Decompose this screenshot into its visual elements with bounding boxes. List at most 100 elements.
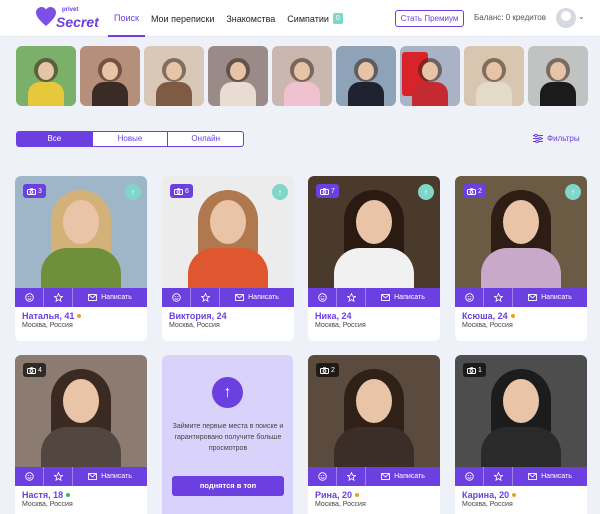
boost-arrow-icon[interactable]: ↑ (125, 184, 141, 200)
write-message-button[interactable]: Написать (513, 467, 587, 486)
smile-button[interactable] (455, 467, 484, 486)
smile-button[interactable] (308, 288, 337, 307)
star-icon (493, 472, 503, 481)
smile-button[interactable] (15, 467, 44, 486)
favorite-button[interactable] (191, 288, 220, 307)
premium-button[interactable]: Стать Премиум (395, 10, 464, 27)
write-message-button[interactable]: Написать (73, 467, 147, 486)
boost-arrow-icon[interactable]: ↑ (565, 184, 581, 200)
write-message-button[interactable]: Написать (366, 288, 440, 307)
profile-name[interactable]: Рина, 20 (315, 490, 437, 500)
photo-count: 1 (478, 366, 482, 374)
profile-card[interactable]: 6 ↑ Написать Виктория, 24 Москва, Россия (162, 176, 294, 341)
boost-arrow-icon[interactable]: ↑ (418, 184, 434, 200)
story-thumbnail[interactable] (208, 46, 268, 106)
profile-city: Москва, Россия (22, 501, 73, 508)
smile-button[interactable] (308, 467, 337, 486)
favorite-button[interactable] (44, 467, 73, 486)
boost-to-top-button[interactable]: поднятся в топ (172, 476, 284, 496)
star-icon (346, 293, 356, 302)
chevron-down-icon[interactable]: ⌄ (578, 12, 585, 21)
balance-text[interactable]: Баланс: 0 кредитов (474, 13, 546, 22)
nav-dating[interactable]: Знакомства (220, 0, 281, 37)
tab-new[interactable]: Новые (93, 132, 169, 146)
story-body (348, 82, 384, 106)
top-header: privet Secret Поиск Мои переписки Знаком… (0, 0, 600, 37)
profile-city: Москва, Россия (22, 322, 73, 329)
smile-icon (317, 293, 327, 302)
photo-count-badge[interactable]: 4 (23, 363, 46, 377)
card-actions: Написать (308, 288, 440, 307)
profile-info: Карина, 20 Москва, Россия (462, 490, 584, 508)
story-thumbnail[interactable] (144, 46, 204, 106)
smile-button[interactable] (15, 288, 44, 307)
profile-name[interactable]: Карина, 20 (462, 490, 584, 500)
story-thumbnail[interactable] (400, 46, 460, 106)
profile-info: Настя, 18 Москва, Россия (22, 490, 144, 508)
favorite-button[interactable] (484, 467, 513, 486)
camera-icon (174, 187, 183, 195)
photo-count-badge[interactable]: 6 (170, 184, 193, 198)
photo-count-badge[interactable]: 2 (316, 363, 339, 377)
write-message-button[interactable]: Написать (220, 288, 294, 307)
profile-photo[interactable]: 2 ↑ (455, 176, 587, 288)
favorite-button[interactable] (484, 288, 513, 307)
profile-photo[interactable]: 6 ↑ (162, 176, 294, 288)
profile-card[interactable]: 2 Написать Рина, 20 Москва, Россия (308, 355, 440, 514)
story-thumbnail[interactable] (464, 46, 524, 106)
user-avatar[interactable] (556, 8, 576, 28)
favorite-button[interactable] (44, 288, 73, 307)
photo-count-badge[interactable]: 3 (23, 184, 46, 198)
nav-likes[interactable]: Симпатии 0 (281, 0, 348, 37)
photo-count-badge[interactable]: 7 (316, 184, 339, 198)
story-face (166, 62, 182, 80)
story-face (358, 62, 374, 80)
profile-photo[interactable]: 7 ↑ (308, 176, 440, 288)
photo-count-badge[interactable]: 1 (463, 363, 486, 377)
write-message-button[interactable]: Написать (73, 288, 147, 307)
smile-button[interactable] (455, 288, 484, 307)
story-thumbnail[interactable] (528, 46, 588, 106)
story-thumbnail[interactable] (336, 46, 396, 106)
profile-card[interactable]: 3 ↑ Написать Наталья, 41 Москва, Россия (15, 176, 147, 341)
star-icon (493, 293, 503, 302)
story-thumbnail[interactable] (80, 46, 140, 106)
logo[interactable]: privet Secret (35, 6, 99, 32)
card-actions: Написать (15, 467, 147, 486)
filters-button[interactable]: Фильтры (533, 134, 580, 143)
smile-button[interactable] (162, 288, 191, 307)
photo-count: 2 (331, 366, 335, 374)
nav-search[interactable]: Поиск (108, 0, 145, 37)
write-label: Написать (394, 294, 425, 301)
smile-icon (171, 293, 181, 302)
card-actions: Написать (455, 467, 587, 486)
arrow-up-icon: ↑ (212, 377, 243, 408)
profile-name[interactable]: Ксюша, 24 (462, 311, 584, 321)
photo-count-badge[interactable]: 2 (463, 184, 486, 198)
profile-card[interactable]: 1 Написать Карина, 20 Москва, Россия (455, 355, 587, 514)
profile-name[interactable]: Наталья, 41 (22, 311, 144, 321)
favorite-button[interactable] (337, 288, 366, 307)
write-label: Написать (101, 473, 132, 480)
nav-messages[interactable]: Мои переписки (145, 0, 220, 37)
profile-card[interactable]: 2 ↑ Написать Ксюша, 24 Москва, Россия (455, 176, 587, 341)
profile-photo[interactable]: 3 ↑ (15, 176, 147, 288)
write-message-button[interactable]: Написать (366, 467, 440, 486)
envelope-icon (528, 294, 537, 301)
sliders-icon (533, 134, 543, 143)
profile-photo[interactable]: 4 (15, 355, 147, 467)
profile-card[interactable]: 7 ↑ Написать Ника, 24 Москва, Россия (308, 176, 440, 341)
profile-name[interactable]: Ника, 24 (315, 311, 437, 321)
profile-name[interactable]: Настя, 18 (22, 490, 144, 500)
profile-photo[interactable]: 2 (308, 355, 440, 467)
write-message-button[interactable]: Написать (513, 288, 587, 307)
profile-photo[interactable]: 1 (455, 355, 587, 467)
story-thumbnail[interactable] (272, 46, 332, 106)
boost-arrow-icon[interactable]: ↑ (272, 184, 288, 200)
story-thumbnail[interactable] (16, 46, 76, 106)
tab-online[interactable]: Онлайн (168, 132, 243, 146)
tab-all[interactable]: Все (17, 132, 93, 146)
profile-name[interactable]: Виктория, 24 (169, 311, 291, 321)
favorite-button[interactable] (337, 467, 366, 486)
profile-card[interactable]: 4 Написать Настя, 18 Москва, Россия (15, 355, 147, 514)
